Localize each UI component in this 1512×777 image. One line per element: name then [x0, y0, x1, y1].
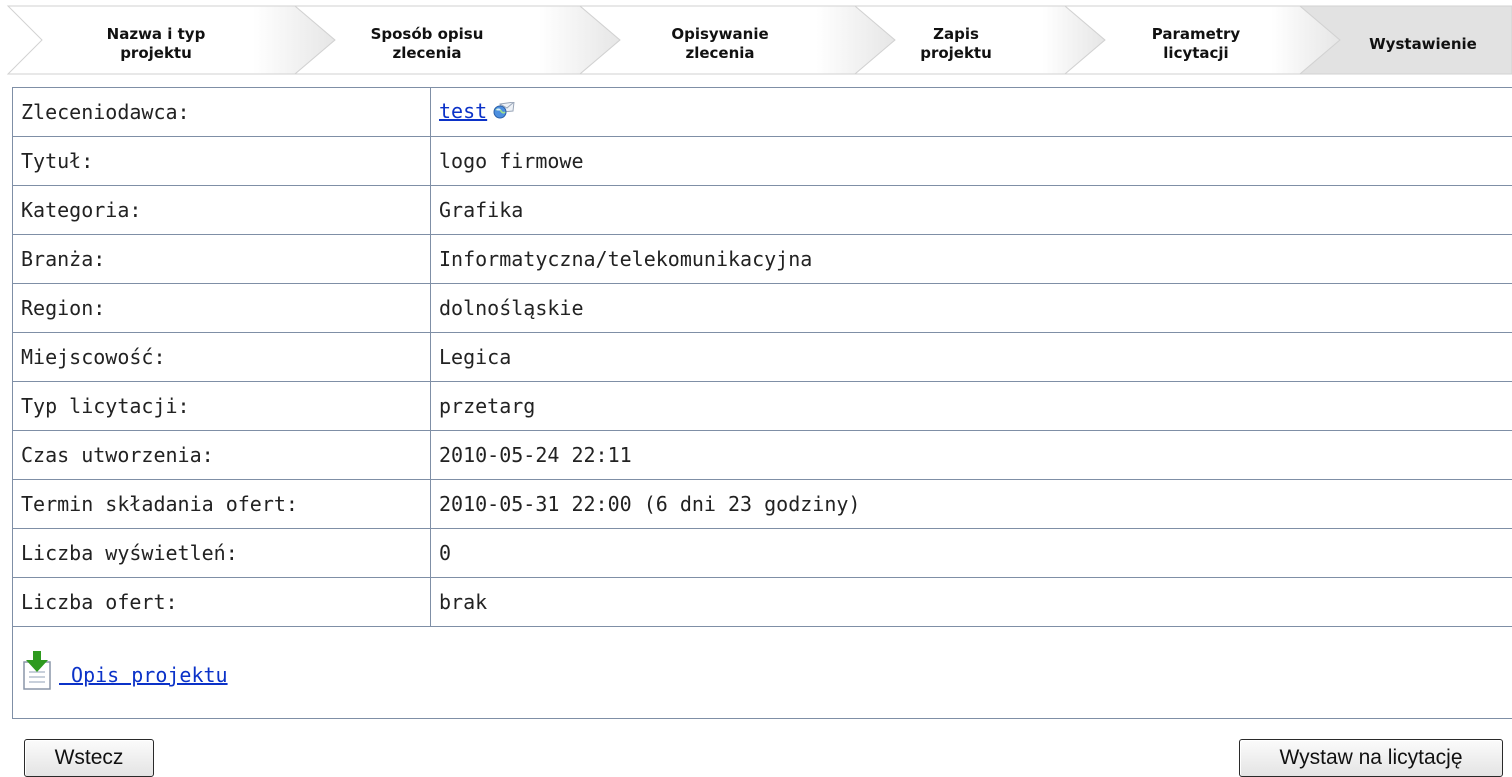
- offers-value: brak: [431, 578, 1512, 627]
- publish-auction-button[interactable]: Wystaw na licytację: [1239, 739, 1503, 777]
- views-value: 0: [431, 529, 1512, 578]
- row-region: Region: dolnośląskie: [13, 284, 1512, 333]
- row-views: Liczba wyświetleń: 0: [13, 529, 1512, 578]
- category-label: Kategoria:: [13, 186, 431, 235]
- offers-label: Liczba ofert:: [13, 578, 431, 627]
- views-label: Liczba wyświetleń:: [13, 529, 431, 578]
- step-wizard: Nazwa i typ projektu Sposób opisu zlecen…: [0, 0, 1512, 76]
- download-document-icon[interactable]: [21, 650, 55, 695]
- row-deadline: Termin składania ofert: 2010-05-31 22:00…: [13, 480, 1512, 529]
- row-created: Czas utworzenia: 2010-05-24 22:11: [13, 431, 1512, 480]
- wizard-step-publish: Wystawienie: [1323, 20, 1512, 68]
- created-label: Czas utworzenia:: [13, 431, 431, 480]
- city-label: Miejscowość:: [13, 333, 431, 382]
- client-value-cell: test: [431, 88, 1512, 137]
- description-cell: Opis projektu: [13, 627, 1512, 719]
- city-value: Legica: [431, 333, 1512, 382]
- row-city: Miejscowość: Legica: [13, 333, 1512, 382]
- category-value: Grafika: [431, 186, 1512, 235]
- project-description-link[interactable]: Opis projektu: [59, 663, 228, 687]
- row-auction-type: Typ licytacji: przetarg: [13, 382, 1512, 431]
- row-industry: Branża: Informatyczna/telekomunikacyjna: [13, 235, 1512, 284]
- row-description: Opis projektu: [13, 627, 1512, 719]
- wizard-step-description-mode[interactable]: Sposób opisu zlecenia: [327, 20, 527, 68]
- auction-type-value: przetarg: [431, 382, 1512, 431]
- title-label: Tytuł:: [13, 137, 431, 186]
- industry-label: Branża:: [13, 235, 431, 284]
- industry-value: Informatyczna/telekomunikacyjna: [431, 235, 1512, 284]
- client-label: Zleceniodawca:: [13, 88, 431, 137]
- deadline-value: 2010-05-31 22:00 (6 dni 23 godziny): [431, 480, 1512, 529]
- globe-message-icon[interactable]: [493, 101, 515, 125]
- wizard-step-describing[interactable]: Opisywanie zlecenia: [620, 20, 820, 68]
- created-value: 2010-05-24 22:11: [431, 431, 1512, 480]
- wizard-step-auction-params[interactable]: Parametry licytacji: [1096, 20, 1296, 68]
- region-label: Region:: [13, 284, 431, 333]
- region-value: dolnośląskie: [431, 284, 1512, 333]
- row-category: Kategoria: Grafika: [13, 186, 1512, 235]
- wizard-step-name-and-type[interactable]: Nazwa i typ projektu: [56, 20, 256, 68]
- row-title: Tytuł: logo firmowe: [13, 137, 1512, 186]
- auction-type-label: Typ licytacji:: [13, 382, 431, 431]
- row-client: Zleceniodawca: test: [13, 88, 1512, 137]
- deadline-label: Termin składania ofert:: [13, 480, 431, 529]
- row-offers: Liczba ofert: brak: [13, 578, 1512, 627]
- project-details-table: Zleceniodawca: test Tytuł: logo firmowe …: [12, 87, 1512, 719]
- title-value: logo firmowe: [431, 137, 1512, 186]
- back-button[interactable]: Wstecz: [24, 739, 154, 777]
- wizard-step-save-project[interactable]: Zapis projektu: [856, 20, 1056, 68]
- client-link[interactable]: test: [439, 99, 487, 123]
